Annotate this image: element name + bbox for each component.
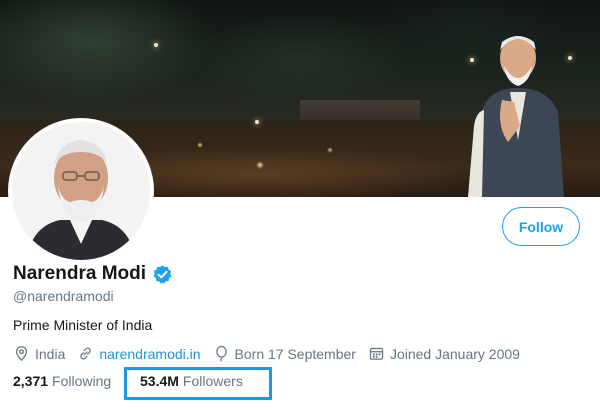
avatar-image <box>12 122 150 260</box>
location-text: India <box>35 345 66 362</box>
follow-button[interactable]: Follow <box>502 207 580 246</box>
following-count: 2,371 <box>13 373 49 389</box>
website-item[interactable]: narendramodi.in <box>77 345 201 362</box>
display-name: Narendra Modi <box>13 263 147 284</box>
verified-badge-icon <box>153 264 172 284</box>
banner-light <box>255 120 259 124</box>
calendar-icon <box>369 347 384 360</box>
following-label: Following <box>52 373 112 389</box>
joined-text: Joined January 2009 <box>389 345 520 362</box>
avatar-portrait <box>12 122 150 260</box>
website-link[interactable]: narendramodi.in <box>99 346 200 362</box>
birthday-text: Born 17 September <box>234 345 356 362</box>
link-icon <box>80 347 92 360</box>
profile-handle: @narendramodi <box>13 288 114 304</box>
profile-meta: India narendramodi.in Born 17 September … <box>13 345 532 362</box>
avatar[interactable] <box>8 118 154 264</box>
followers-stat[interactable]: 53.4M Followers <box>140 373 243 389</box>
profile-stats: 2,371 Following <box>13 373 125 389</box>
joined-item: Joined January 2009 <box>368 345 520 362</box>
location-pin-icon <box>15 346 28 362</box>
balloon-icon <box>215 345 227 362</box>
banner-light <box>154 43 158 47</box>
profile-bio: Prime Minister of India <box>13 317 153 333</box>
followers-count: 53.4M <box>140 373 179 389</box>
birthday-item: Born 17 September <box>213 345 356 362</box>
profile-name-row: Narendra Modi <box>13 263 173 285</box>
banner-figure <box>468 36 564 197</box>
following-stat[interactable]: 2,371 Following <box>13 373 111 389</box>
location-item: India <box>13 345 65 362</box>
followers-label: Followers <box>182 373 243 389</box>
